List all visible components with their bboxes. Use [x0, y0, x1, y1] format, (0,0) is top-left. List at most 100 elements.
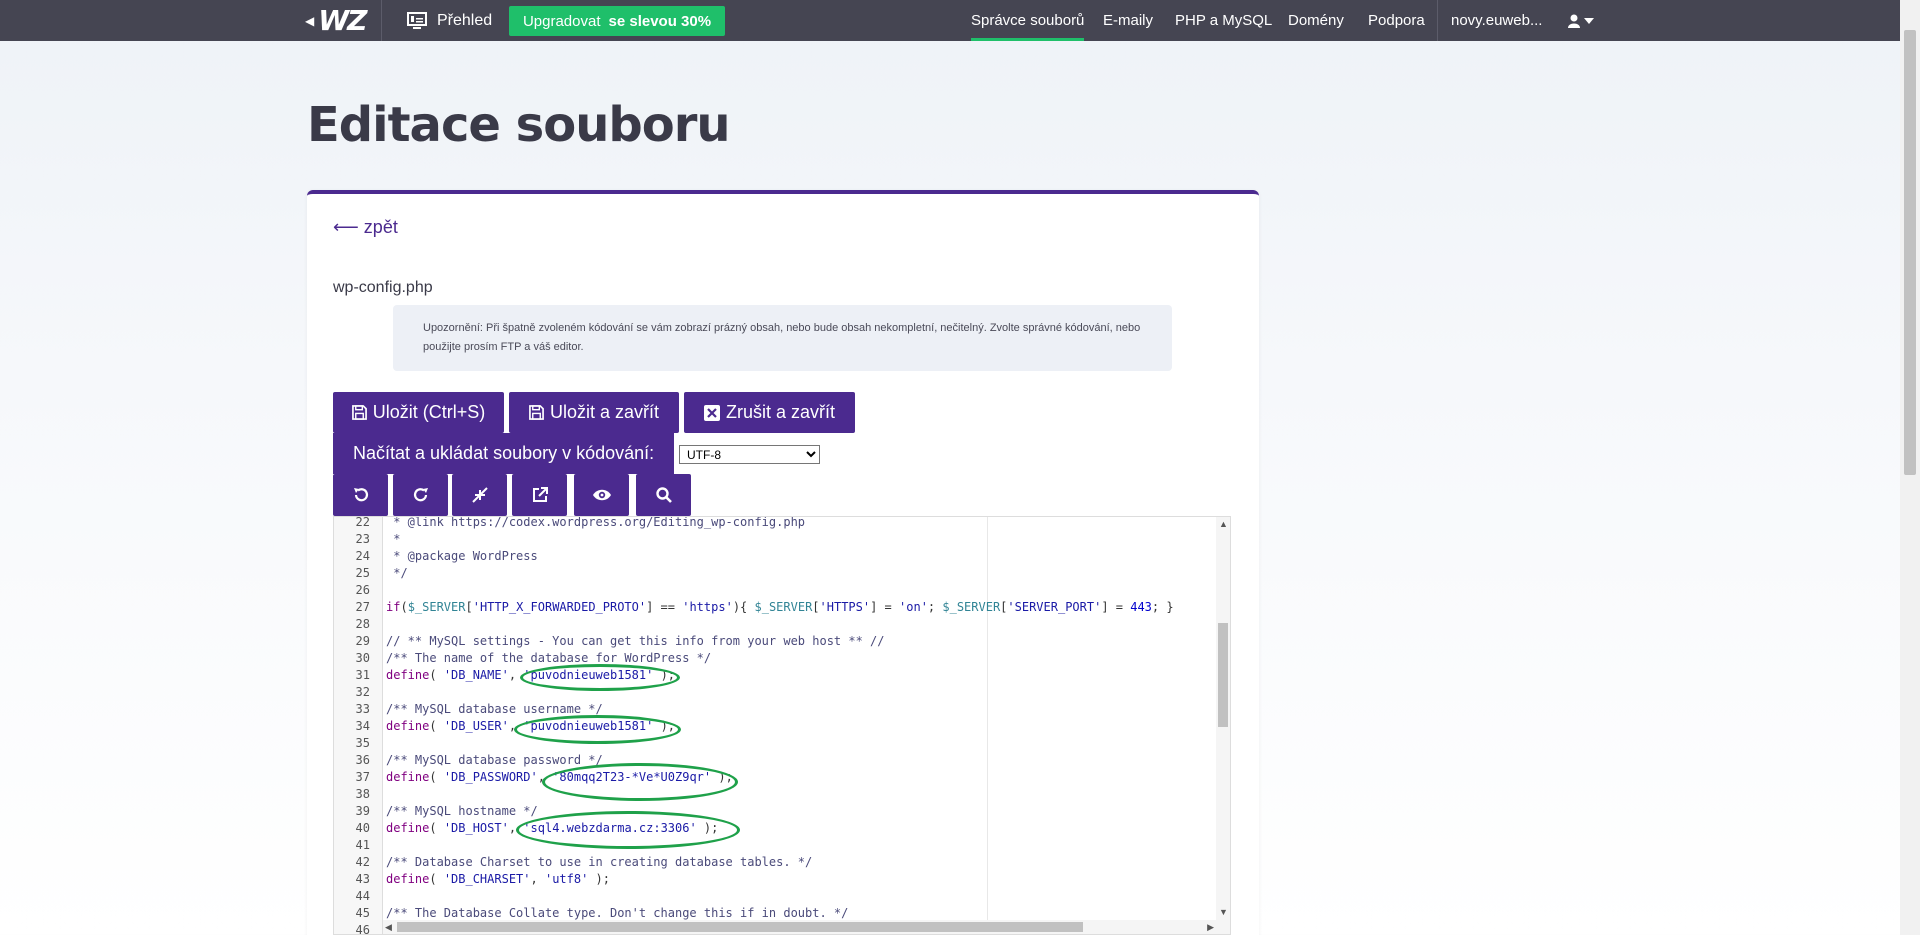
nav-overview-label: Přehled — [437, 11, 493, 29]
line-number: 44 — [355, 889, 370, 903]
compress-icon — [471, 487, 488, 503]
redo-icon — [413, 488, 428, 502]
line-number: 36 — [355, 753, 370, 767]
scroll-left-icon[interactable]: ◀ — [385, 922, 392, 933]
top-navigation-bar: ◀ WZ Přehled Upgradovat se slevou 30% Sp… — [0, 0, 1900, 41]
editor-horizontal-scrollbar[interactable]: ◀ ▶ — [383, 920, 1230, 934]
eye-icon — [592, 489, 611, 501]
editor-vscroll-thumb[interactable] — [1218, 623, 1228, 727]
close-box-icon — [703, 404, 720, 421]
annotation-ellipse-db-name — [520, 664, 680, 691]
cancel-close-button[interactable]: Zrušit a zavřít — [684, 392, 855, 433]
line-number: 29 — [355, 634, 370, 648]
undo-icon — [353, 488, 368, 502]
search-button[interactable] — [636, 474, 691, 516]
line-number: 38 — [355, 787, 370, 801]
upgrade-button[interactable]: Upgradovat se slevou 30% — [509, 6, 725, 36]
floppy-icon — [529, 405, 544, 420]
editor-hscroll-thumb[interactable] — [397, 922, 1083, 932]
redo-button[interactable] — [393, 474, 448, 516]
line-number: 24 — [355, 549, 370, 563]
user-icon — [1568, 14, 1580, 28]
code-editor[interactable]: 22 * @link https://codex.wordpress.org/E… — [333, 516, 1231, 935]
nav-link-emails[interactable]: E-maily — [1103, 0, 1153, 41]
logo[interactable]: ◀ WZ — [305, 0, 367, 41]
logo-text: WZ — [318, 4, 367, 37]
page-scrollbar-thumb[interactable] — [1904, 30, 1916, 475]
line-number: 43 — [355, 872, 370, 886]
save-button[interactable]: Uložit (Ctrl+S) — [333, 392, 504, 433]
line-number: 26 — [355, 583, 370, 597]
line-number: 41 — [355, 838, 370, 852]
nav-link-domains[interactable]: Domény — [1288, 0, 1344, 41]
cancel-close-label: Zrušit a zavřít — [725, 402, 836, 422]
code-text: */ — [386, 566, 408, 580]
line-number: 40 — [355, 821, 370, 835]
line-number: 31 — [355, 668, 370, 682]
line-number: 22 — [355, 516, 370, 529]
line-number: 32 — [355, 685, 370, 699]
nav-divider — [1437, 0, 1438, 41]
code-text: * @link https://codex.wordpress.org/Edit… — [386, 516, 806, 529]
save-close-button[interactable]: Uložit a zavřít — [509, 392, 679, 433]
page-scrollbar[interactable] — [1900, 0, 1920, 935]
editor-vertical-scrollbar[interactable]: ▲ ▼ — [1216, 517, 1230, 920]
scroll-down-icon[interactable]: ▼ — [1219, 907, 1228, 917]
encoding-label: Načítat a ukládat soubory v kódování: — [333, 433, 674, 474]
code-text: * — [386, 532, 401, 546]
line-number: 27 — [355, 600, 370, 614]
nav-divider — [381, 0, 382, 41]
scroll-right-icon[interactable]: ▶ — [1207, 922, 1214, 933]
code-text: define( 'DB_CHARSET', 'utf8' ); — [386, 872, 611, 886]
line-number: 34 — [355, 719, 370, 733]
save-label: Uložit (Ctrl+S) — [372, 402, 486, 422]
undo-button[interactable] — [333, 474, 388, 516]
annotation-ellipse-db-host — [516, 811, 740, 849]
line-number: 45 — [355, 906, 370, 920]
line-number: 39 — [355, 804, 370, 818]
code-text: /** The name of the database for WordPre… — [386, 651, 712, 665]
scroll-up-icon[interactable]: ▲ — [1219, 519, 1228, 529]
floppy-icon — [351, 405, 367, 420]
filename: wp-config.php — [333, 279, 433, 296]
print-margin — [987, 517, 988, 934]
nav-link-php-mysql[interactable]: PHP a MySQL — [1175, 0, 1272, 41]
caret-down-icon — [1584, 17, 1594, 24]
line-number: 42 — [355, 855, 370, 869]
upgrade-discount: se slevou 30% — [608, 12, 712, 30]
line-number: 30 — [355, 651, 370, 665]
code-text: /** MySQL hostname */ — [386, 804, 538, 818]
encoding-notice: Upozornění: Při špatně zvoleném kódování… — [393, 305, 1172, 371]
external-link-icon — [532, 487, 548, 502]
annotation-ellipse-db-user — [514, 715, 681, 744]
open-external-button[interactable] — [512, 474, 567, 516]
back-link[interactable]: ⟵ zpět — [333, 217, 398, 238]
code-text: /** MySQL database password */ — [386, 753, 603, 767]
page-title: Editace souboru — [307, 97, 731, 153]
annotation-ellipse-db-password — [542, 763, 738, 801]
save-close-label: Uložit a zavřít — [549, 402, 660, 422]
compress-button[interactable] — [452, 474, 507, 516]
nav-overview[interactable]: Přehled — [407, 0, 492, 41]
nav-link-support[interactable]: Podpora — [1368, 0, 1425, 41]
line-number: 28 — [355, 617, 370, 631]
line-number: 35 — [355, 736, 370, 750]
line-number: 37 — [355, 770, 370, 784]
chevron-left-icon: ◀ — [305, 13, 315, 28]
code-text: * @package WordPress — [386, 549, 538, 563]
user-menu[interactable] — [1568, 0, 1594, 41]
encoding-select[interactable]: UTF-8 — [679, 445, 820, 464]
line-number: 23 — [355, 532, 370, 546]
code-text: if($_SERVER['HTTP_X_FORWARDED_PROTO'] ==… — [386, 600, 1174, 614]
nav-link-file-manager[interactable]: Správce souborů — [971, 0, 1085, 41]
line-number: 33 — [355, 702, 370, 716]
line-number: 46 — [355, 923, 370, 935]
upgrade-label: Upgradovat — [522, 12, 601, 30]
nav-link-account[interactable]: novy.euweb... — [1451, 0, 1542, 41]
line-number: 25 — [355, 566, 370, 580]
dashboard-icon — [407, 11, 427, 29]
code-text: // ** MySQL settings - You can get this … — [386, 634, 885, 648]
preview-button[interactable] — [574, 474, 629, 516]
search-icon — [655, 487, 672, 503]
code-text: /** Database Charset to use in creating … — [386, 855, 813, 869]
